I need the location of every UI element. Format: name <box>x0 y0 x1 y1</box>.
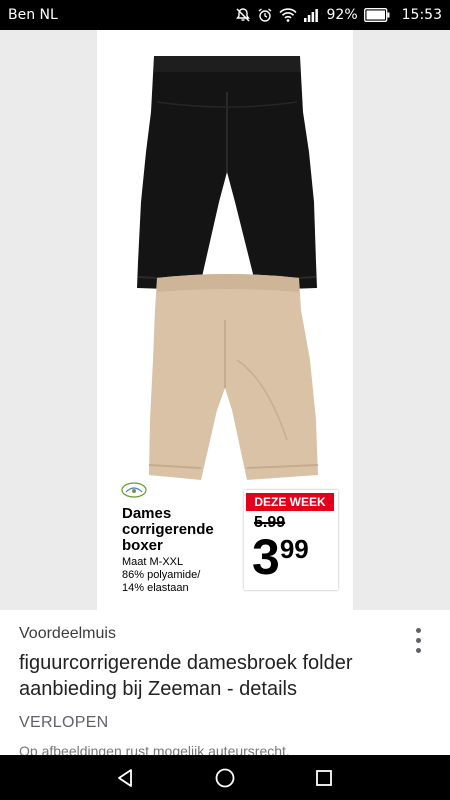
status-bar: Ben NL 92% 15:53 <box>0 0 450 30</box>
signal-icon <box>303 7 319 23</box>
product-image[interactable]: Dames corrigerende boxer Maat M-XXL 86% … <box>97 30 353 610</box>
alarm-icon <box>257 7 273 23</box>
product-material-line-2: 14% elastaan <box>122 582 189 594</box>
image-details-panel: Voordeelmuis figuurcorrigerende damesbro… <box>0 610 450 759</box>
price-box: DEZE WEEK 5.99 399 <box>244 490 338 590</box>
battery-percent: 92% <box>326 7 358 23</box>
product-material-line-1: 86% polyamide/ <box>122 569 201 581</box>
wifi-icon <box>278 7 297 23</box>
product-size: Maat M-XXL <box>122 556 184 568</box>
eco-label-logo <box>121 482 147 498</box>
mute-icon <box>235 7 251 23</box>
navigation-bar <box>0 755 450 800</box>
product-title: Dames corrigerende boxer <box>122 505 214 554</box>
deze-week-badge: DEZE WEEK <box>246 493 334 511</box>
back-icon[interactable] <box>112 765 138 791</box>
new-price-integer: 3 <box>252 529 280 585</box>
beige-shorts-image <box>148 274 319 480</box>
carrier-name: Ben NL <box>8 7 58 23</box>
product-specs: Maat M-XXL 86% polyamide/ 14% elastaan <box>122 556 232 595</box>
home-icon[interactable] <box>212 765 238 791</box>
black-shorts-image <box>137 56 317 290</box>
result-title-link[interactable]: figuurcorrigerende damesbroek folder aan… <box>19 650 409 702</box>
status-icons: 92% 15:53 <box>235 7 442 23</box>
battery-icon <box>363 8 390 22</box>
clock: 15:53 <box>401 7 442 23</box>
source-site[interactable]: Voordeelmuis <box>19 625 116 643</box>
recent-apps-icon[interactable] <box>311 765 337 791</box>
expired-status: VERLOPEN <box>19 714 109 731</box>
image-viewer[interactable]: Dames corrigerende boxer Maat M-XXL 86% … <box>0 30 450 610</box>
new-price-decimals: 99 <box>279 534 309 564</box>
more-vertical-icon[interactable] <box>408 628 428 658</box>
new-price: 399 <box>252 532 309 582</box>
